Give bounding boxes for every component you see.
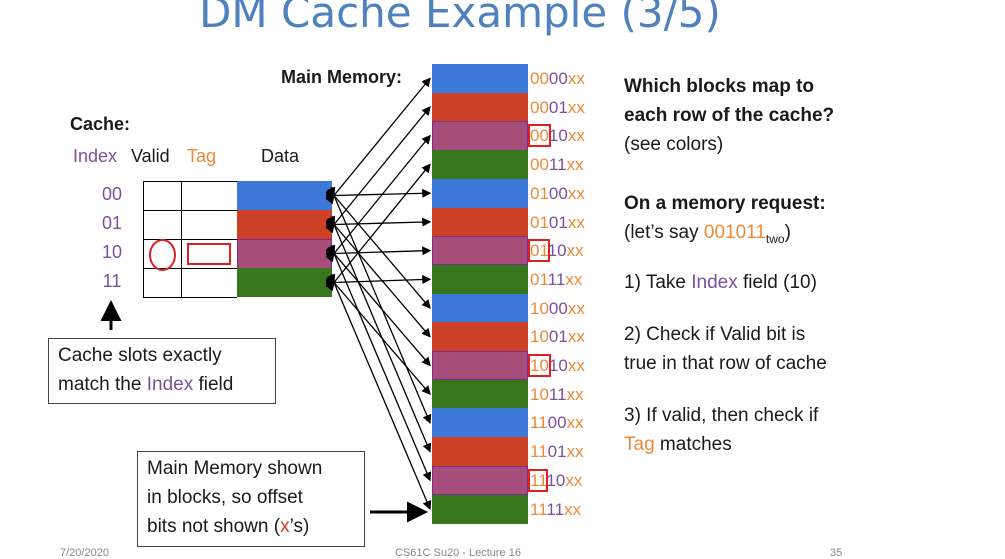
mapping-arrow <box>326 244 432 482</box>
mapping-arrow <box>325 215 431 338</box>
memory-note-line2: in blocks, so offset <box>147 487 303 508</box>
mapping-arrow <box>325 106 431 234</box>
step-2-line1: 2) Check if Valid bit is <box>624 324 806 345</box>
cache-note-line2: match the Index field <box>58 374 234 395</box>
question-1-line1: Which blocks map to <box>624 76 815 97</box>
mapping-arrow <box>326 215 432 453</box>
memory-note-line3: bits not shown (x’s) <box>147 516 310 537</box>
step-1: 1) Take Index field (10) <box>624 272 817 293</box>
footer-course: CS61C Su20 - Lecture 16 <box>395 547 521 559</box>
memory-note-box: Main Memory shown in blocks, so offset b… <box>137 451 365 547</box>
step-3-line1: 3) If valid, then check if <box>624 405 819 426</box>
question-2-line1: On a memory request: <box>624 193 826 214</box>
question-1-line3: (see colors) <box>624 134 724 155</box>
mapping-arrow <box>325 77 431 205</box>
footer-date: 7/20/2020 <box>60 547 109 559</box>
mapping-arrow <box>325 186 431 309</box>
question-1-line2: each row of the cache? <box>624 105 835 126</box>
cache-note-box: Cache slots exactly match the Index fiel… <box>48 338 276 404</box>
question-2-line2: (let’s say 001011two) <box>624 222 791 246</box>
memory-note-line1: Main Memory shown <box>147 458 323 479</box>
step-3-line2: Tag matches <box>624 434 732 455</box>
step-2-line2: true in that row of cache <box>624 353 827 374</box>
cache-note-line1: Cache slots exactly <box>58 345 222 366</box>
footer-page: 35 <box>830 547 843 559</box>
mapping-arrow <box>326 186 432 424</box>
